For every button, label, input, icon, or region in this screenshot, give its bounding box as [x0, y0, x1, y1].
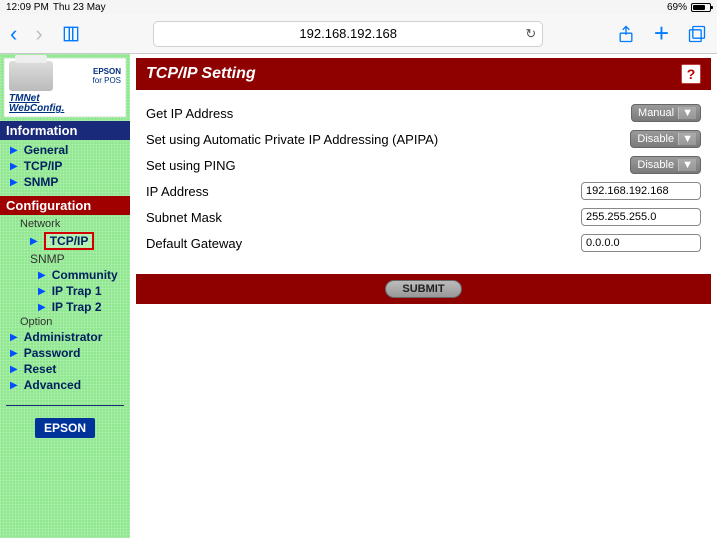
label-gateway: Default Gateway [146, 236, 581, 251]
label-get-ip: Get IP Address [146, 106, 631, 121]
chevron-down-icon: ▼ [678, 159, 696, 171]
sidebar-item-reset[interactable]: ▶Reset [0, 361, 130, 377]
browser-toolbar: ‹ › 192.168.192.168 ↻ + [0, 14, 717, 54]
sidebar-item-password[interactable]: ▶Password [0, 345, 130, 361]
sidebar-header-configuration: Configuration [0, 196, 130, 215]
label-ip: IP Address [146, 184, 581, 199]
share-icon[interactable] [616, 24, 636, 44]
logo-sub: for POS [57, 76, 121, 85]
row-ping: Set using PING Disable▼ [146, 156, 701, 174]
sidebar-item-iptrap1[interactable]: ▶IP Trap 1 [0, 283, 130, 299]
sidebar-item-community[interactable]: ▶Community [0, 267, 130, 283]
row-gateway: Default Gateway [146, 234, 701, 252]
status-time: 12:09 PM [6, 2, 49, 13]
battery-icon [691, 3, 711, 12]
label-mask: Subnet Mask [146, 210, 581, 225]
submit-button[interactable]: SUBMIT [385, 280, 461, 298]
label-apipa: Set using Automatic Private IP Addressin… [146, 132, 630, 147]
sidebar-item-snmp-info[interactable]: ▶SNMP [0, 174, 130, 190]
sidebar-item-iptrap2[interactable]: ▶IP Trap 2 [0, 299, 130, 315]
epson-badge: EPSON [35, 418, 95, 438]
sidebar-item-advanced[interactable]: ▶Advanced [0, 377, 130, 393]
row-mask: Subnet Mask [146, 208, 701, 226]
sidebar-item-tcpip-config[interactable]: ▶TCP/IP [0, 231, 130, 251]
chevron-down-icon: ▼ [678, 107, 696, 119]
page-title: TCP/IP Setting [146, 65, 256, 83]
settings-form: Get IP Address Manual▼ Set using Automat… [136, 90, 711, 270]
status-bar: 12:09 PM Thu 23 May 69% [0, 0, 717, 14]
help-button[interactable]: ? [681, 64, 701, 84]
back-button[interactable]: ‹ [10, 21, 17, 47]
sidebar-header-information: Information [0, 121, 130, 140]
logo-brand: EPSON [57, 67, 121, 76]
sidebar-item-administrator[interactable]: ▶Administrator [0, 329, 130, 345]
sidebar-group-option: Option [0, 315, 130, 329]
input-gateway[interactable] [581, 234, 701, 252]
select-get-ip[interactable]: Manual▼ [631, 104, 701, 122]
forward-button[interactable]: › [35, 21, 42, 47]
new-tab-button[interactable]: + [654, 18, 669, 49]
row-get-ip: Get IP Address Manual▼ [146, 104, 701, 122]
reload-icon[interactable]: ↻ [525, 26, 536, 42]
select-apipa[interactable]: Disable▼ [630, 130, 701, 148]
select-ping[interactable]: Disable▼ [630, 156, 701, 174]
page-title-bar: TCP/IP Setting ? [136, 58, 711, 90]
submit-bar: SUBMIT [136, 274, 711, 304]
logo-box: EPSON for POS TMNet WebConfig. [4, 58, 126, 117]
input-mask[interactable] [581, 208, 701, 226]
bookmarks-icon[interactable] [61, 24, 81, 44]
url-text: 192.168.192.168 [299, 26, 397, 41]
label-ping: Set using PING [146, 158, 630, 173]
status-date: Thu 23 May [53, 2, 106, 13]
sidebar-item-snmp-config[interactable]: SNMP [0, 251, 130, 267]
row-ip: IP Address [146, 182, 701, 200]
tabs-icon[interactable] [687, 24, 707, 44]
row-apipa: Set using Automatic Private IP Addressin… [146, 130, 701, 148]
sidebar-group-network: Network [0, 217, 130, 231]
address-bar[interactable]: 192.168.192.168 ↻ [153, 21, 543, 47]
printer-icon [9, 61, 53, 91]
sidebar: EPSON for POS TMNet WebConfig. Informati… [0, 54, 130, 538]
battery-percent: 69% [667, 2, 687, 13]
chevron-down-icon: ▼ [678, 133, 696, 145]
sidebar-separator [6, 405, 124, 406]
content-area: TCP/IP Setting ? Get IP Address Manual▼ … [130, 54, 717, 538]
input-ip[interactable] [581, 182, 701, 200]
sidebar-item-tcpip-info[interactable]: ▶TCP/IP [0, 158, 130, 174]
logo-product2: WebConfig. [9, 103, 64, 114]
sidebar-item-general[interactable]: ▶General [0, 142, 130, 158]
